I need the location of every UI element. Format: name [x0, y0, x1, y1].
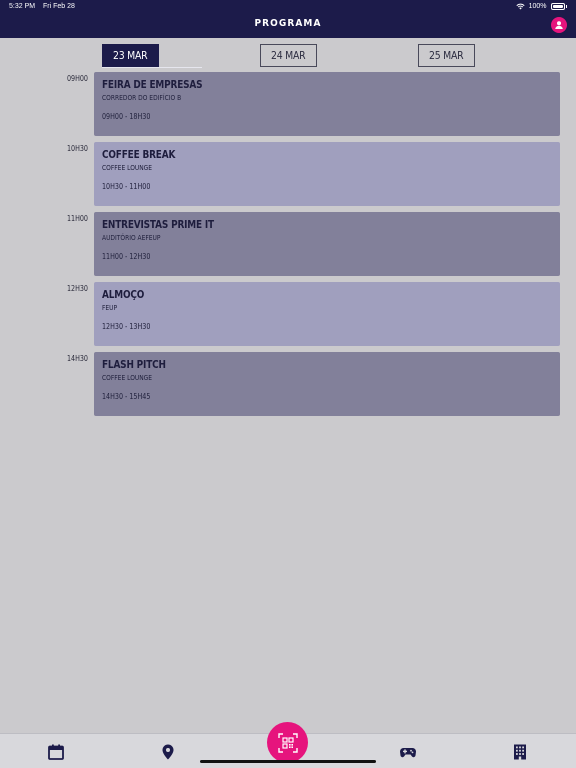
- event-title: COFFEE BREAK: [102, 149, 176, 161]
- status-right: 100%: [515, 3, 567, 10]
- event-card[interactable]: ENTREVISTAS PRIME IT AUDITÓRIO AEFEUP 11…: [94, 212, 560, 276]
- event-card[interactable]: FLASH PITCH COFFEE LOUNGE 14H30 - 15H45: [94, 352, 560, 416]
- time-label: 10H30: [66, 144, 88, 153]
- home-indicator: [200, 760, 376, 763]
- day-tabs: 23 MAR 24 MAR 25 MAR: [0, 44, 576, 68]
- profile-button[interactable]: [551, 17, 567, 33]
- status-time: 5:32 PM: [9, 3, 36, 10]
- tab-label: 24 MAR: [271, 49, 306, 62]
- event-title: ENTREVISTAS PRIME IT: [102, 219, 214, 231]
- building-icon[interactable]: [511, 743, 529, 761]
- calendar-icon[interactable]: [47, 743, 65, 761]
- battery-icon: [550, 3, 565, 10]
- time-label: 14H30: [66, 354, 88, 363]
- event-location: COFFEE LOUNGE: [102, 164, 153, 172]
- event-title: FLASH PITCH: [102, 359, 166, 371]
- user-icon: [555, 21, 563, 29]
- event-card[interactable]: ALMOÇO FEUP 12H30 - 13H30: [94, 282, 560, 346]
- event-time-range: 14H30 - 15H45: [102, 392, 151, 401]
- event-location: FEUP: [102, 304, 118, 312]
- event-location: AUDITÓRIO AEFEUP: [102, 234, 161, 242]
- qr-code-icon: [277, 732, 298, 753]
- tab-23-mar[interactable]: 23 MAR: [102, 44, 159, 67]
- time-label: 12H30: [66, 284, 88, 293]
- battery-percent: 100%: [528, 3, 547, 10]
- event-card[interactable]: COFFEE BREAK COFFEE LOUNGE 10H30 - 11H00: [94, 142, 560, 206]
- location-pin-icon[interactable]: [159, 743, 177, 761]
- wifi-icon: [515, 3, 525, 10]
- event-title: ALMOÇO: [102, 289, 145, 301]
- event-location: COFFEE LOUNGE: [102, 374, 153, 382]
- event-time-range: 09H00 - 18H30: [102, 112, 151, 121]
- active-tab-indicator: [102, 67, 202, 68]
- status-date: Fri Feb 28: [43, 3, 75, 10]
- event-time-range: 10H30 - 11H00: [102, 182, 151, 191]
- status-bar: 5:32 PM Fri Feb 28 100%: [0, 0, 576, 14]
- event-location: CORREDOR DO EDIFÍCIO B: [102, 94, 182, 102]
- gamepad-icon[interactable]: [399, 743, 417, 761]
- tab-label: 25 MAR: [429, 49, 464, 62]
- time-label: 09H00: [66, 74, 88, 83]
- battery-cap: [565, 5, 567, 8]
- event-card[interactable]: FEIRA DE EMPRESAS CORREDOR DO EDIFÍCIO B…: [94, 72, 560, 136]
- tab-24-mar[interactable]: 24 MAR: [260, 44, 317, 67]
- event-time-range: 12H30 - 13H30: [102, 322, 151, 331]
- tab-label: 23 MAR: [113, 49, 148, 62]
- event-title: FEIRA DE EMPRESAS: [102, 79, 203, 91]
- tab-25-mar[interactable]: 25 MAR: [418, 44, 475, 67]
- qr-scan-button[interactable]: [267, 722, 308, 763]
- time-label: 11H00: [66, 214, 88, 223]
- event-time-range: 11H00 - 12H30: [102, 252, 151, 261]
- page-title: PROGRAMA: [254, 18, 322, 29]
- header: 5:32 PM Fri Feb 28 100% PROGRAMA: [0, 0, 576, 38]
